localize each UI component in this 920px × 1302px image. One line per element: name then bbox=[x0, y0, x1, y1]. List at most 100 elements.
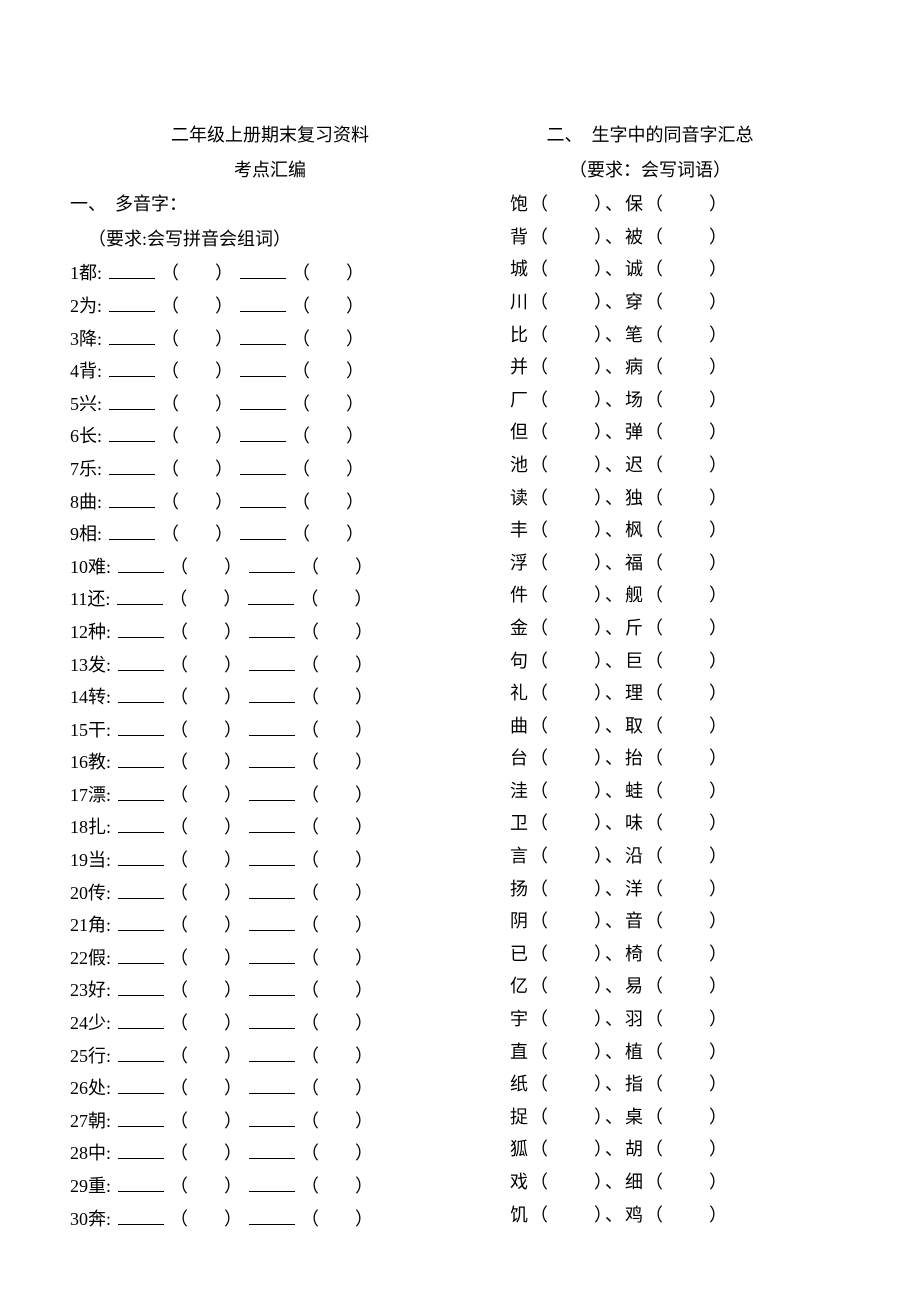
pinyin-blank[interactable] bbox=[249, 618, 295, 638]
left-paren: （ bbox=[301, 1078, 319, 1098]
pinyin-blank[interactable] bbox=[249, 911, 295, 931]
pinyin-blank[interactable] bbox=[118, 977, 164, 997]
pinyin-blank[interactable] bbox=[248, 586, 294, 606]
pinyin-blank[interactable] bbox=[249, 1042, 295, 1062]
homophone-char: 捉 bbox=[510, 1102, 530, 1133]
pinyin-blank[interactable] bbox=[118, 846, 164, 866]
pinyin-blank[interactable] bbox=[249, 879, 295, 899]
pinyin-blank[interactable] bbox=[240, 325, 286, 345]
pinyin-blank[interactable] bbox=[240, 260, 286, 280]
right-paren: ） bbox=[594, 292, 603, 312]
right-paren: ） bbox=[215, 394, 233, 414]
doc-title: 二年级上册期末复习资料 bbox=[70, 120, 470, 151]
pinyin-blank[interactable] bbox=[118, 1042, 164, 1062]
pinyin-blank[interactable] bbox=[118, 814, 164, 834]
pinyin-blank[interactable] bbox=[109, 520, 155, 540]
right-paren: ） bbox=[346, 394, 364, 414]
right-paren: ） bbox=[594, 1009, 603, 1029]
pinyin-blank[interactable] bbox=[240, 455, 286, 475]
item-number: 11 bbox=[70, 589, 87, 609]
pinyin-blank[interactable] bbox=[240, 292, 286, 312]
pinyin-blank[interactable] bbox=[109, 488, 155, 508]
homophone-row: 丰（）、枫（） bbox=[510, 515, 790, 546]
left-paren: （ bbox=[170, 915, 188, 935]
homophone-char: 抬 bbox=[625, 743, 645, 774]
left-paren: （ bbox=[530, 1074, 548, 1094]
pinyin-blank[interactable] bbox=[249, 716, 295, 736]
pinyin-blank[interactable] bbox=[240, 520, 286, 540]
right-paren: ） bbox=[355, 720, 373, 740]
pinyin-blank[interactable] bbox=[117, 586, 163, 606]
right-paren: ） bbox=[346, 263, 364, 283]
left-paren: （ bbox=[170, 1209, 188, 1229]
pinyin-blank[interactable] bbox=[249, 1172, 295, 1192]
pinyin-blank[interactable] bbox=[118, 1172, 164, 1192]
pinyin-blank[interactable] bbox=[118, 618, 164, 638]
colon: : bbox=[97, 263, 107, 283]
left-paren: （ bbox=[530, 488, 548, 508]
left-paren: （ bbox=[301, 720, 319, 740]
left-paren: （ bbox=[645, 944, 663, 964]
pinyin-blank[interactable] bbox=[118, 1009, 164, 1029]
pinyin-blank[interactable] bbox=[249, 1205, 295, 1225]
pinyin-blank[interactable] bbox=[249, 1074, 295, 1094]
pinyin-blank[interactable] bbox=[109, 292, 155, 312]
pinyin-blank[interactable] bbox=[118, 651, 164, 671]
left-paren: （ bbox=[645, 911, 663, 931]
pinyin-blank[interactable] bbox=[109, 390, 155, 410]
pinyin-blank[interactable] bbox=[240, 423, 286, 443]
pinyin-blank[interactable] bbox=[109, 325, 155, 345]
pinyin-blank[interactable] bbox=[249, 683, 295, 703]
left-paren: （ bbox=[645, 781, 663, 801]
pinyin-blank[interactable] bbox=[118, 911, 164, 931]
pinyin-blank[interactable] bbox=[249, 781, 295, 801]
pinyin-blank[interactable] bbox=[118, 781, 164, 801]
right-paren: ） bbox=[215, 329, 233, 349]
pinyin-blank[interactable] bbox=[249, 814, 295, 834]
separator-dot: 、 bbox=[605, 683, 623, 703]
pinyin-blank[interactable] bbox=[109, 423, 155, 443]
pinyin-blank[interactable] bbox=[118, 944, 164, 964]
pinyin-blank[interactable] bbox=[249, 553, 295, 573]
pinyin-blank[interactable] bbox=[109, 357, 155, 377]
homophone-char: 丰 bbox=[510, 515, 530, 546]
pinyin-blank[interactable] bbox=[118, 879, 164, 899]
left-paren: （ bbox=[530, 618, 548, 638]
pinyin-blank[interactable] bbox=[249, 944, 295, 964]
homophone-char: 枫 bbox=[625, 515, 645, 546]
pinyin-blank[interactable] bbox=[249, 1009, 295, 1029]
right-paren: ） bbox=[709, 911, 727, 931]
pinyin-blank[interactable] bbox=[118, 683, 164, 703]
pinyin-blank[interactable] bbox=[109, 260, 155, 280]
right-paren: ） bbox=[224, 655, 242, 675]
left-paren: （ bbox=[530, 227, 548, 247]
pinyin-blank[interactable] bbox=[118, 1140, 164, 1160]
pinyin-blank[interactable] bbox=[249, 748, 295, 768]
right-paren: ） bbox=[594, 520, 603, 540]
pinyin-blank[interactable] bbox=[240, 488, 286, 508]
pinyin-blank[interactable] bbox=[118, 716, 164, 736]
pinyin-blank[interactable] bbox=[118, 748, 164, 768]
pinyin-blank[interactable] bbox=[118, 553, 164, 573]
homophone-char: 纸 bbox=[510, 1069, 530, 1100]
pinyin-blank[interactable] bbox=[249, 977, 295, 997]
pinyin-blank[interactable] bbox=[249, 1140, 295, 1160]
pinyin-blank[interactable] bbox=[249, 846, 295, 866]
colon: : bbox=[106, 1013, 116, 1033]
right-paren: ） bbox=[354, 589, 372, 609]
pinyin-blank[interactable] bbox=[109, 455, 155, 475]
pinyin-blank[interactable] bbox=[240, 357, 286, 377]
pinyin-blank[interactable] bbox=[118, 1205, 164, 1225]
pinyin-blank[interactable] bbox=[240, 390, 286, 410]
homophone-char: 椅 bbox=[625, 939, 645, 970]
pinyin-blank[interactable] bbox=[118, 1107, 164, 1127]
homophone-row: 读（）、独（） bbox=[510, 483, 790, 514]
item-char: 曲 bbox=[79, 492, 97, 512]
page-container: 二年级上册期末复习资料 考点汇编 一、 多音字： （要求:会写拼音会组词） 1都… bbox=[70, 120, 850, 1236]
pinyin-blank[interactable] bbox=[118, 1074, 164, 1094]
right-paren: ） bbox=[594, 488, 603, 508]
pinyin-blank[interactable] bbox=[249, 651, 295, 671]
pinyin-blank[interactable] bbox=[249, 1107, 295, 1127]
item-char: 降 bbox=[79, 329, 97, 349]
colon: : bbox=[97, 492, 107, 512]
